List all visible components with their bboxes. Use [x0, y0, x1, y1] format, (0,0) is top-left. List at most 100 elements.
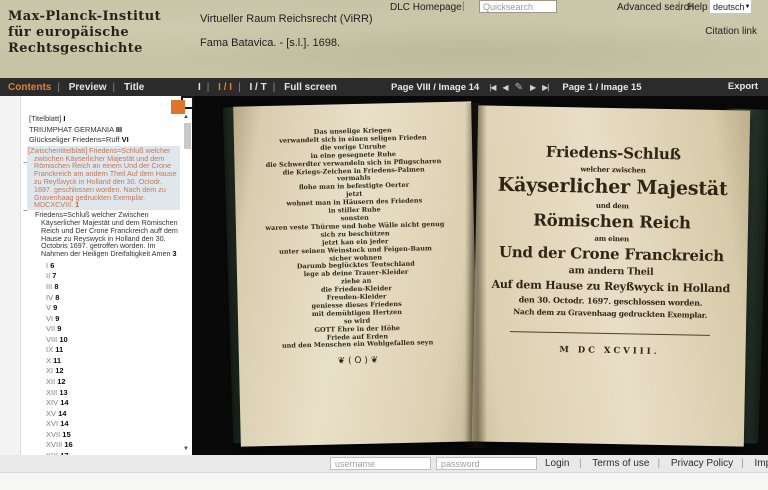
page-image-viewer[interactable]: Das unselige Kriegen verwandelt sich in … — [192, 96, 768, 455]
toc-page-entry[interactable]: XIII 13 — [46, 388, 180, 399]
toc-page-entry[interactable]: VI 9 — [46, 314, 180, 325]
panel-tab-label: Title — [124, 82, 144, 93]
advanced-search-link[interactable]: Advanced search — [617, 2, 694, 13]
book-title-line: Käyserlicher Majestät — [477, 173, 749, 200]
first-page-icon[interactable]: |◀ — [489, 83, 495, 92]
toc-page-entry[interactable]: XVII 15 — [46, 430, 180, 441]
toc-page-list: I 6 II 7 III 8 IV 8 — [46, 261, 180, 455]
footer-link[interactable]: Privacy Policy — [649, 458, 733, 469]
footer-link-label: Terms of use — [592, 458, 649, 469]
language-select[interactable]: deutsch ▼ — [710, 0, 751, 13]
divider: | — [462, 1, 465, 12]
toc-page-entry[interactable]: VIII 10 — [46, 335, 180, 346]
prev-page-icon[interactable]: ◀ — [502, 83, 507, 92]
panel-resize-icon[interactable] — [171, 96, 196, 116]
next-page-icon[interactable]: ▶ — [530, 83, 535, 92]
toc-page-number: 8 — [54, 282, 58, 291]
toc-entry[interactable]: [Zwischentitelblatt] Friedens=Schluß wel… — [27, 146, 180, 210]
book-gutter-shadow — [465, 103, 487, 448]
contents-sidebar: − − [Titelblatt] I TRIUMPHAT GERMANIA II… — [0, 96, 192, 455]
toc-page-number: 9 — [57, 324, 61, 333]
toc-page-number: 15 — [62, 430, 70, 439]
scrollbar-thumb[interactable] — [184, 123, 191, 149]
toc-page-number: 12 — [57, 377, 65, 386]
toc-entry[interactable]: Friedens=Schluß welcher Zwischen Käyserl… — [35, 211, 180, 258]
panel-tab[interactable]: Title — [107, 82, 145, 93]
toc-page-roman: V — [46, 303, 51, 312]
logo-line: Rechtsgeschichte — [8, 41, 161, 57]
book-title-line: Römischen Reich — [476, 209, 748, 233]
view-mode-option[interactable]: I / T — [232, 82, 267, 93]
book-title-line: Und der Crone Franckreich — [475, 242, 747, 265]
last-page-icon[interactable]: ▶| — [542, 83, 548, 92]
toc-entry-text: TRIUMPHAT GERMANIA — [29, 125, 114, 134]
dlc-homepage-link[interactable]: DLC Homepage — [390, 2, 462, 13]
toc-entry[interactable]: TRIUMPHAT GERMANIA III — [29, 125, 180, 135]
panel-tab[interactable]: Preview — [51, 82, 106, 93]
book-right-page: Friedens-Schluß welcher zwischen Käyserl… — [472, 105, 750, 446]
view-mode-label: I / T — [249, 82, 266, 93]
toc-page-roman: IX — [46, 345, 53, 354]
panel-tab[interactable]: Contents — [8, 82, 51, 93]
username-field[interactable] — [330, 457, 431, 470]
toc-entry[interactable]: [Titelblatt] I — [29, 114, 180, 124]
toc-page-entry[interactable]: IV 8 — [46, 293, 180, 304]
book-title-line: am andern Theil — [475, 263, 747, 279]
toc-page-number: 13 — [59, 388, 67, 397]
toc-page-entry[interactable]: XVI 14 — [46, 419, 180, 430]
view-mode-switcher: I I / I I / T Full screen — [198, 78, 337, 96]
login-button[interactable]: Login — [545, 458, 569, 469]
toc-entry-page: VI — [122, 135, 129, 144]
toc-page-entry[interactable]: VII 9 — [46, 324, 180, 335]
toc-page-entry[interactable]: X 11 — [46, 356, 180, 367]
export-link[interactable]: Export — [728, 78, 758, 96]
toc-page-roman: XIV — [46, 398, 58, 407]
toc-page-roman: VIII — [46, 335, 57, 344]
toc-entry-text: [Titelblatt] — [29, 114, 61, 123]
toc-page-entry[interactable]: XVIII 16 — [46, 440, 180, 451]
toc-page-roman: XVII — [46, 430, 60, 439]
book-title-line-text: welcher zwischen — [580, 164, 646, 174]
toc-page-roman: I — [46, 261, 48, 270]
toc-entry-page: 3 — [172, 249, 176, 258]
toc-page-entry[interactable]: XII 12 — [46, 377, 180, 388]
panel-tabs: Contents Preview Title — [8, 78, 144, 96]
toc-page-entry[interactable]: III 8 — [46, 282, 180, 293]
toc-page-roman: XVIII — [46, 440, 62, 449]
quicksearch-input[interactable] — [479, 0, 557, 13]
toc-entry[interactable]: Glückseliger Friedens=Ruff VI — [29, 135, 180, 145]
toc-page-number: 8 — [55, 293, 59, 302]
toc-page-roman: XVI — [46, 419, 58, 428]
view-mode-option[interactable]: Full screen — [267, 82, 337, 93]
toc-page-entry[interactable]: II 7 — [46, 271, 180, 282]
book-title-line: Auf dem Hause zu Reyßwyck in Holland — [475, 277, 747, 295]
help-link[interactable]: Help — [687, 2, 708, 13]
toc-page-entry[interactable]: I 6 — [46, 261, 180, 272]
toc-entry-text: Glückseliger Friedens=Ruff — [29, 135, 120, 144]
view-mode-option[interactable]: I / I — [201, 82, 232, 93]
viewer-toolbar: Contents Preview Title I I / I I / T — [0, 78, 768, 96]
header: Max-Planck-Institut für europäische Rech… — [0, 0, 768, 78]
book-scan: Das unselige Kriegen verwandelt sich in … — [228, 101, 756, 450]
panel-resize-orange-square — [171, 100, 185, 114]
toc-page-entry[interactable]: XIV 14 — [46, 398, 180, 409]
toc-page-roman: XIII — [46, 388, 57, 397]
citation-link[interactable]: Citation link — [705, 26, 757, 37]
toc-page-number: 14 — [58, 409, 66, 418]
book-title-line-text: den 30. Octodr. 1697. geschlossen worden… — [519, 294, 703, 308]
password-field[interactable] — [436, 457, 537, 470]
toc-page-number: 7 — [52, 271, 56, 280]
scroll-down-icon[interactable]: ▼ — [183, 446, 189, 452]
toc-page-number: 14 — [60, 398, 68, 407]
toc-page-entry[interactable]: IX 11 — [46, 345, 180, 356]
footer-link[interactable]: Terms of use — [571, 458, 649, 469]
toc-page-entry[interactable]: V 9 — [46, 303, 180, 314]
mpi-logo: Max-Planck-Institut für europäische Rech… — [8, 9, 161, 57]
toc-page-number: 12 — [55, 366, 63, 375]
page-indicator-left: Page VIII / Image 14 — [391, 82, 479, 93]
footer-link[interactable]: Imprint — [733, 458, 768, 469]
toc-page-entry[interactable]: XI 12 — [46, 366, 180, 377]
goto-page-icon[interactable]: ✎ — [515, 82, 523, 93]
toc-page-roman: IV — [46, 293, 53, 302]
toc-page-entry[interactable]: XV 14 — [46, 409, 180, 420]
